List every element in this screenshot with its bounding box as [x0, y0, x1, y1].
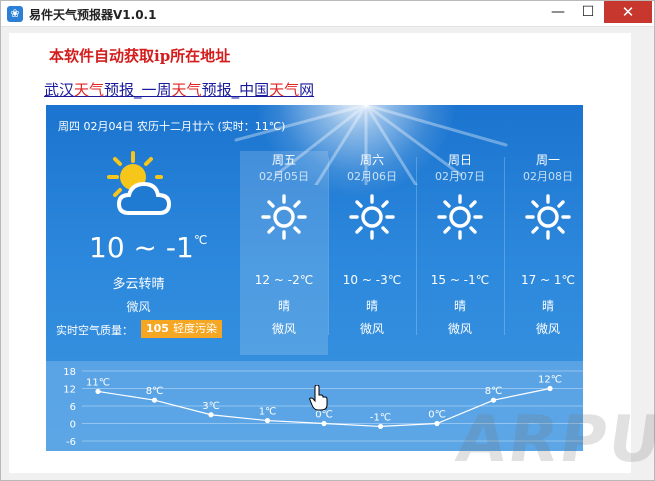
- aqi-value: 105: [146, 322, 169, 335]
- chart-data-label: 12℃: [538, 375, 562, 386]
- today-temp-value: 10 ~ -1: [89, 231, 194, 264]
- minimize-button[interactable]: —: [543, 1, 573, 23]
- forecast-name: 周五: [271, 153, 296, 167]
- forecast-day-0[interactable]: 周五 02月05日 12 ~ -2℃ 晴微风: [240, 151, 328, 355]
- chart-point: [95, 388, 101, 395]
- link-part: 天气: [74, 81, 105, 99]
- chart-point: [434, 420, 440, 427]
- chart-point: [151, 397, 158, 403]
- aqi-label: 实时空气质量：: [56, 324, 133, 337]
- forecast-desc: 晴: [277, 299, 290, 313]
- app-window: ❀ 易件天气预报器V1.0.1 — ☐ ✕ 本软件自动获取ip所在地址 武汉天气…: [0, 0, 655, 481]
- chart-data-label: 11℃: [86, 377, 110, 388]
- chart-data-label: -1℃: [370, 412, 391, 423]
- chart-point: [321, 420, 327, 427]
- link-part: 武汉: [44, 81, 75, 99]
- today-temperature: 10 ~ -1℃: [89, 231, 207, 264]
- weather-panel: 周四 02月04日 农历十二月廿六 (实时：11℃) 10 ~ -1℃ 多云转晴…: [46, 105, 583, 451]
- forecast-wind: 微风: [271, 322, 296, 336]
- aqi-level: 轻度污染: [172, 322, 217, 335]
- chart-y-tick: 0: [70, 420, 76, 431]
- forecast-desc: 晴: [365, 299, 378, 313]
- today-description: 多云转晴: [112, 277, 165, 292]
- today-temp-unit: ℃: [193, 233, 208, 247]
- chart-data-label: 1℃: [259, 407, 277, 418]
- app-icon: ❀: [7, 6, 23, 22]
- forecast-date: 02月06日: [347, 170, 397, 183]
- partly-cloudy-icon: [107, 151, 172, 215]
- forecast-separator: [328, 157, 329, 335]
- today-header: 周四 02月04日 农历十二月廿六 (实时：11℃): [58, 120, 286, 133]
- link-part: 天气: [171, 81, 202, 99]
- forecast-separator: [504, 157, 505, 335]
- today-wind: 微风: [126, 300, 151, 314]
- title-bar[interactable]: ❀ 易件天气预报器V1.0.1 — ☐ ✕: [1, 1, 654, 27]
- forecast-date: 02月07日: [435, 170, 485, 183]
- sun-icon: [525, 194, 571, 240]
- link-part: 预报_一周: [104, 81, 172, 99]
- forecast-name: 周六: [359, 153, 384, 167]
- chart-data-label: 3℃: [202, 401, 220, 412]
- sun-icon: [261, 194, 307, 240]
- forecast-temp: 10 ~ -3℃: [342, 273, 402, 287]
- hand-cursor-icon: [309, 385, 328, 411]
- forecast-desc: 晴: [541, 299, 554, 313]
- chart-data-label: 0℃: [315, 410, 333, 421]
- forecast-day-3[interactable]: 周一 02月08日 17 ~ 1℃ 晴微风: [504, 151, 583, 355]
- forecast-day-2[interactable]: 周日 02月07日 15 ~ -1℃ 晴微风: [416, 151, 504, 355]
- watermark-text: ARPUN: [451, 403, 655, 477]
- forecast-temp: 12 ~ -2℃: [254, 273, 314, 287]
- forecast-name: 周一: [535, 153, 560, 167]
- chart-point: [547, 385, 553, 392]
- forecast-wind: 微风: [359, 322, 384, 336]
- chart-point: [377, 423, 384, 430]
- chart-data-label: 8℃: [485, 386, 503, 397]
- forecast-name: 周日: [447, 153, 472, 167]
- forecast-date: 02月08日: [523, 170, 573, 183]
- forecast-separator: [416, 157, 417, 335]
- forecast-wind: 微风: [535, 322, 560, 336]
- link-part: 网: [299, 81, 315, 99]
- chart-point: [264, 417, 271, 424]
- chart-y-tick: -6: [66, 437, 76, 448]
- forecast-date: 02月05日: [259, 170, 309, 183]
- forecast-desc: 晴: [453, 299, 466, 313]
- aqi-badge: 105 轻度污染: [141, 320, 222, 338]
- forecast-temp: 17 ~ 1℃: [520, 273, 576, 287]
- maximize-button[interactable]: ☐: [573, 1, 603, 23]
- window-title: 易件天气预报器V1.0.1: [29, 8, 157, 22]
- forecast-day-1[interactable]: 周六 02月06日 10 ~ -3℃ 晴微风: [328, 151, 416, 355]
- chart-y-tick: 12: [63, 385, 76, 396]
- forecast-temp: 15 ~ -1℃: [430, 273, 490, 287]
- sun-icon: [349, 194, 395, 240]
- sun-icon: [437, 194, 483, 240]
- forecast-wind: 微风: [447, 322, 472, 336]
- notice-text: 本软件自动获取ip所在地址: [49, 47, 231, 65]
- link-part: 预报_中国: [201, 81, 270, 99]
- chart-y-tick: 18: [63, 367, 76, 378]
- chart-y-tick: 6: [70, 402, 76, 413]
- chart-point: [490, 397, 497, 403]
- weather-site-link[interactable]: 武汉天气预报_一周天气预报_中国天气网: [44, 79, 314, 100]
- chart-data-label: 8℃: [146, 386, 164, 397]
- link-part: 天气: [269, 81, 300, 99]
- chart-point: [208, 412, 214, 418]
- close-button[interactable]: ✕: [604, 1, 652, 23]
- chart-data-label: 0℃: [428, 410, 446, 421]
